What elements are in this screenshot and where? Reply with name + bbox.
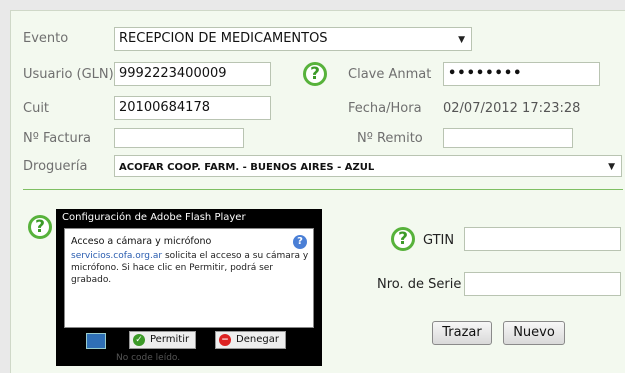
- serie-input[interactable]: [464, 272, 621, 296]
- drogueria-value: ACOFAR COOP. FARM. - BUENOS AIRES - AZUL: [119, 162, 375, 173]
- dialog-title: Configuración de Adobe Flash Player: [62, 212, 246, 223]
- deny-button[interactable]: − Denegar: [215, 331, 286, 349]
- trazar-button[interactable]: Trazar: [432, 321, 492, 345]
- gtin-input[interactable]: [464, 227, 621, 251]
- fecha-label: Fecha/Hora: [348, 101, 422, 116]
- serie-label: Nro. de Serie: [377, 277, 462, 292]
- evento-value: RECEPCION DE MEDICAMENTOS: [119, 31, 328, 46]
- drogueria-select[interactable]: ACOFAR COOP. FARM. - BUENOS AIRES - AZUL…: [114, 155, 622, 177]
- camera-settings-icon[interactable]: [86, 333, 106, 349]
- clave-label: Clave Anmat: [348, 67, 432, 82]
- cuit-label: Cuit: [23, 101, 50, 116]
- usuario-input[interactable]: 9992223400009: [114, 62, 271, 86]
- deny-icon: −: [219, 334, 231, 346]
- fecha-value: 02/07/2012 17:23:28: [443, 101, 581, 116]
- gtin-label: GTIN: [423, 233, 455, 248]
- drogueria-label: Droguería: [23, 159, 88, 174]
- allow-button[interactable]: ✓ Permitir: [129, 331, 197, 349]
- chevron-down-icon: ▼: [608, 162, 615, 172]
- clave-input[interactable]: ••••••••: [443, 62, 600, 86]
- remito-input[interactable]: [443, 128, 573, 148]
- help-icon[interactable]: ?: [28, 215, 52, 239]
- flash-permission-dialog: Configuración de Adobe Flash Player Acce…: [56, 209, 322, 366]
- factura-label: Nº Factura: [23, 131, 92, 146]
- help-icon[interactable]: ?: [303, 62, 327, 86]
- help-icon[interactable]: ?: [391, 227, 415, 251]
- evento-label: Evento: [23, 31, 69, 46]
- cuit-input[interactable]: 20100684178: [114, 96, 271, 120]
- deny-label: Denegar: [236, 334, 279, 345]
- dialog-body: Acceso a cámara y micrófono ? servicios.…: [64, 228, 314, 328]
- chevron-down-icon: ▼: [458, 35, 465, 45]
- dialog-footer-text: No code leído.: [116, 353, 181, 363]
- allow-label: Permitir: [150, 334, 190, 345]
- nuevo-button[interactable]: Nuevo: [503, 321, 565, 345]
- dialog-heading: Acceso a cámara y micrófono: [71, 236, 212, 247]
- usuario-label: Usuario (GLN): [23, 67, 114, 82]
- site-link[interactable]: servicios.cofa.org.ar: [71, 251, 162, 261]
- factura-input[interactable]: [114, 128, 244, 148]
- section-divider: [23, 189, 623, 190]
- check-icon: ✓: [133, 334, 145, 346]
- evento-select[interactable]: RECEPCION DE MEDICAMENTOS ▼: [114, 27, 472, 51]
- info-icon[interactable]: ?: [293, 235, 307, 249]
- remito-label: Nº Remito: [357, 131, 423, 146]
- dialog-message: servicios.cofa.org.ar solicita el acceso…: [71, 250, 309, 286]
